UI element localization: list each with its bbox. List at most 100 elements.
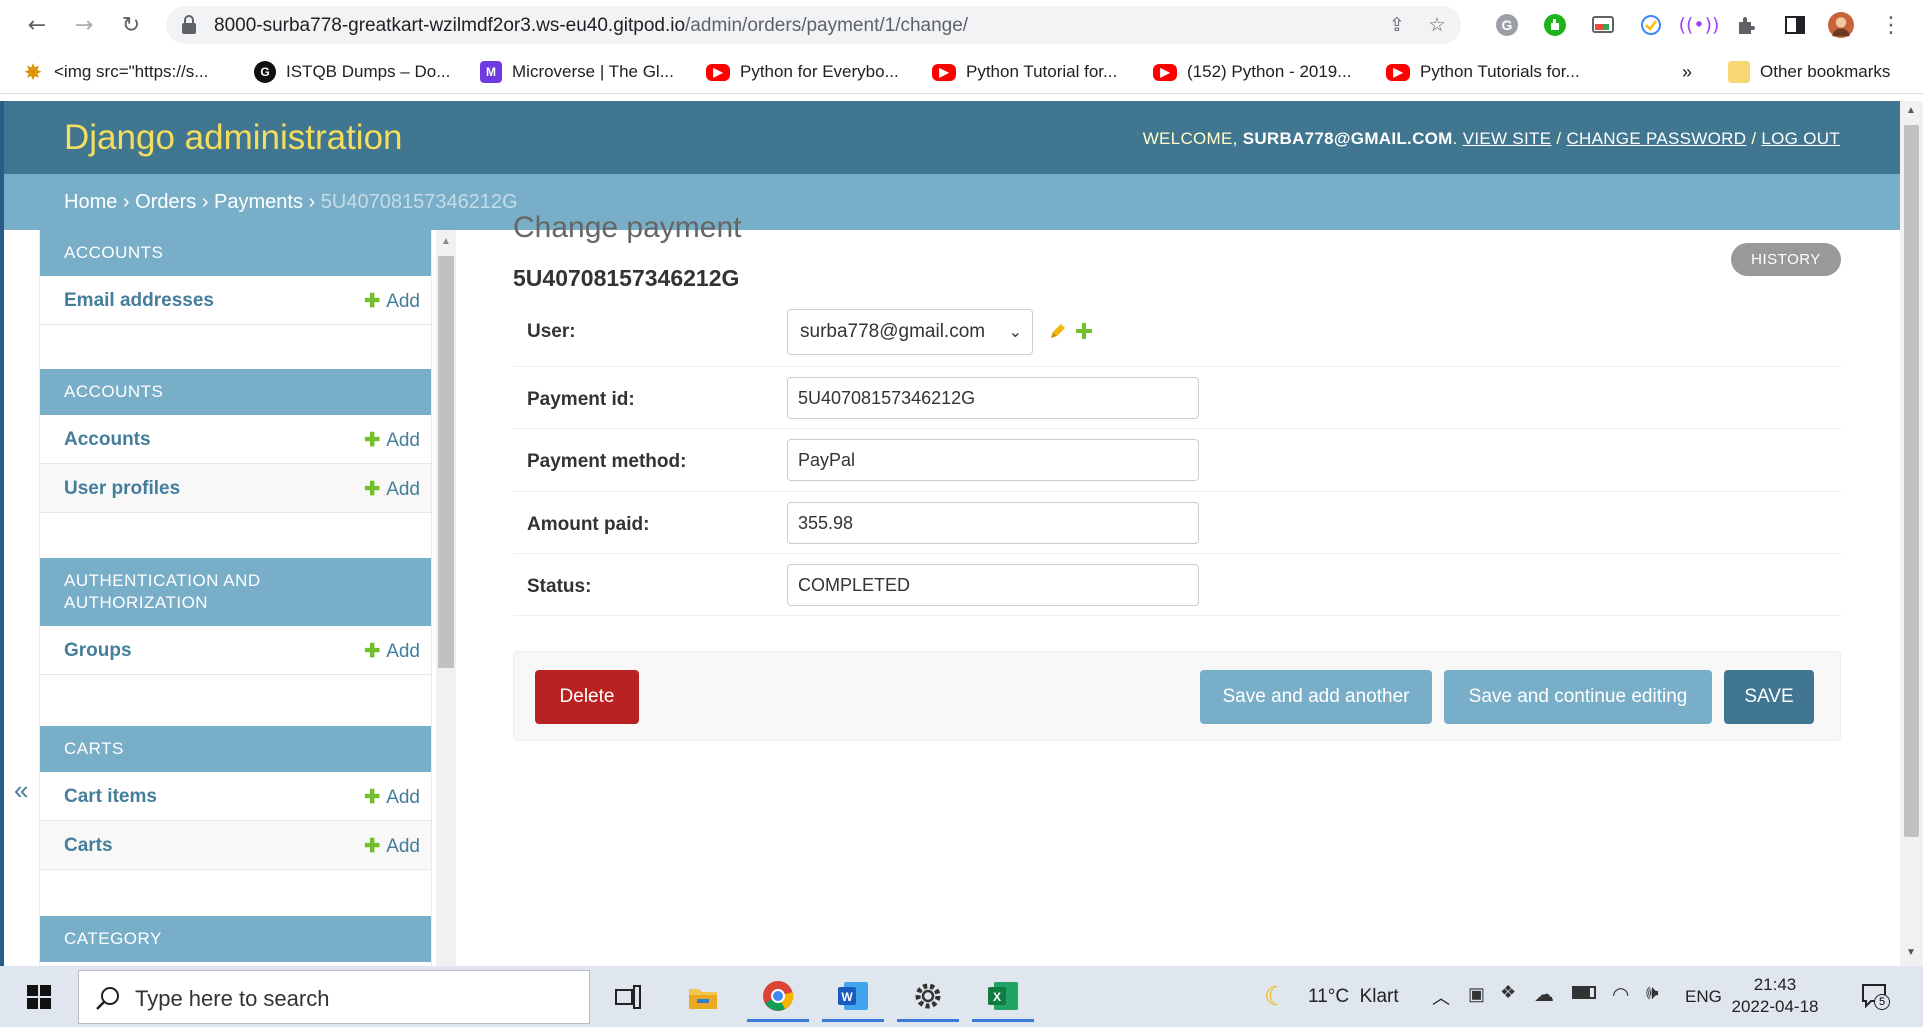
add-related-icon[interactable] [1074, 321, 1094, 341]
module-title[interactable]: Carts [40, 726, 431, 772]
tracker-extension-icon[interactable] [1638, 12, 1664, 38]
meet-icon[interactable]: ▣ [1468, 984, 1485, 1005]
form-row-amount-paid: Amount paid: 355.98 [513, 492, 1841, 554]
excel-icon[interactable]: X [972, 972, 1034, 1022]
breadcrumb-home[interactable]: Home [64, 191, 117, 213]
bookmark-star-icon[interactable]: ☆ [1424, 12, 1450, 38]
battery-icon[interactable] [1572, 986, 1596, 999]
amount-paid-input[interactable]: 355.98 [787, 502, 1199, 544]
chrome-icon[interactable] [747, 972, 809, 1022]
puzzle-extensions-icon[interactable] [1734, 12, 1760, 38]
add-link[interactable]: ✚ Add [364, 429, 420, 452]
youtube-icon: ▶ [1153, 63, 1177, 81]
model-link-user-profiles[interactable]: User profiles [64, 478, 180, 500]
scroll-down-arrow-icon[interactable]: ▼ [1906, 947, 1916, 958]
breadcrumb: Home › Orders › Payments › 5U40708157346… [4, 174, 1900, 230]
chevron-up-icon[interactable]: ︿ [1432, 984, 1450, 1010]
cast-extension-icon[interactable] [1590, 12, 1616, 38]
history-button[interactable]: History [1731, 243, 1841, 276]
address-bar[interactable]: 8000-surba778-greatkart-wzilmdf2or3.ws-e… [166, 6, 1461, 44]
task-view-icon[interactable] [597, 972, 659, 1022]
bookmark-item[interactable]: ✵ <img src="https://s... [22, 60, 208, 84]
edit-pencil-icon[interactable] [1048, 321, 1068, 341]
bookmark-item[interactable]: ▶ Python Tutorials for... [1386, 60, 1580, 84]
bookmarks-bar: ✵ <img src="https://s... G ISTQB Dumps – D… [0, 50, 1923, 94]
model-link-accounts[interactable]: Accounts [64, 429, 151, 451]
module-title[interactable]: Authentication and Authorization [40, 558, 431, 626]
user-tools: Welcome, surba778@gmail.com. View site /… [1143, 129, 1840, 149]
scrollbar-thumb[interactable] [1904, 125, 1919, 837]
view-site-link[interactable]: View site [1463, 129, 1552, 148]
bookmark-item[interactable]: ▶ Python for Everybo... [706, 60, 899, 84]
share-icon[interactable]: ⇪ [1384, 12, 1410, 38]
reload-icon[interactable]: ↻ [114, 8, 148, 42]
menu-kebab-icon[interactable]: ⋮ [1878, 12, 1904, 38]
weather-text[interactable]: 11°C Klart [1308, 986, 1399, 1008]
grammarly-extension-icon[interactable]: G [1494, 12, 1520, 38]
side-panel-icon[interactable] [1782, 12, 1808, 38]
url-host: 8000-surba778-greatkart-wzilmdf2or3.ws-e… [214, 15, 686, 36]
admin-header: Django administration Welcome, surba778@… [4, 101, 1900, 174]
delete-button[interactable]: Delete [535, 670, 639, 724]
scroll-up-arrow-icon[interactable]: ▲ [441, 236, 451, 247]
page-scrollbar[interactable]: ▲ ▼ [1900, 101, 1923, 966]
user-select[interactable]: surba778@gmail.com ⌄ [787, 309, 1033, 355]
payment-method-input[interactable]: PayPal [787, 439, 1199, 481]
breadcrumb-separator: › [196, 191, 215, 213]
breadcrumb-orders[interactable]: Orders [135, 191, 196, 213]
other-bookmarks-label: Other bookmarks [1760, 62, 1891, 81]
add-link[interactable]: ✚ Add [364, 290, 420, 313]
wifi-icon[interactable]: ◠ [1612, 982, 1629, 1007]
thumbs-up-extension-icon[interactable] [1542, 12, 1568, 38]
model-link-email-addresses[interactable]: Email addresses [64, 290, 214, 312]
bookmark-item[interactable]: M Microverse | The Gl... [480, 60, 674, 84]
site-branding[interactable]: Django administration [64, 118, 403, 158]
file-explorer-icon[interactable] [672, 972, 734, 1022]
word-icon[interactable]: W [822, 972, 884, 1022]
change-password-link[interactable]: Change password [1566, 129, 1746, 148]
bookmark-item[interactable]: ▶ Python Tutorial for... [932, 60, 1117, 84]
bookmark-item[interactable]: ▶ (152) Python - 2019... [1153, 60, 1351, 84]
add-link[interactable]: ✚ Add [364, 835, 420, 858]
module-title[interactable]: Accounts [40, 369, 431, 415]
language-indicator[interactable]: ENG [1685, 987, 1722, 1007]
model-link-groups[interactable]: Groups [64, 640, 132, 662]
module-title[interactable]: Accounts [40, 230, 431, 276]
breadcrumb-payments[interactable]: Payments [214, 191, 303, 213]
cloud-icon[interactable]: ☁ [1534, 982, 1554, 1007]
add-link[interactable]: ✚ Add [364, 640, 420, 663]
back-icon[interactable]: ← [20, 8, 54, 42]
model-link-cart-items[interactable]: Cart items [64, 786, 157, 808]
start-button[interactable] [0, 966, 78, 1027]
scrollbar-thumb[interactable] [438, 256, 454, 668]
other-bookmarks[interactable]: Other bookmarks [1728, 60, 1890, 84]
broadcast-extension-icon[interactable]: ((•)) [1679, 12, 1720, 38]
notifications-icon[interactable]: 5 [1860, 982, 1890, 1010]
speaker-icon[interactable]: 🕪 [1646, 982, 1659, 1005]
payment-id-input[interactable]: 5U40708157346212G [787, 377, 1199, 419]
status-input[interactable]: COMPLETED [787, 564, 1199, 606]
form-row-payment-method: Payment method: PayPal [513, 429, 1841, 492]
settings-gear-icon[interactable] [897, 972, 959, 1022]
clock[interactable]: 21:43 2022-04-18 [1720, 974, 1830, 1018]
url-text[interactable]: 8000-surba778-greatkart-wzilmdf2or3.ws-e… [214, 15, 968, 37]
forward-icon[interactable]: → [67, 8, 101, 42]
taskbar-search[interactable]: Type here to search [78, 970, 590, 1024]
save-and-continue-button[interactable]: Save and continue editing [1444, 670, 1712, 724]
profile-avatar[interactable] [1828, 12, 1854, 38]
save-and-add-another-button[interactable]: Save and add another [1200, 670, 1432, 724]
app-module-carts: Carts Cart items ✚ Add Carts ✚ Add [40, 726, 431, 870]
save-button[interactable]: SAVE [1724, 670, 1814, 724]
log-out-link[interactable]: Log out [1761, 129, 1840, 148]
model-link-carts[interactable]: Carts [64, 835, 113, 857]
add-link[interactable]: ✚ Add [364, 478, 420, 501]
g-icon: G [254, 61, 276, 83]
module-title[interactable]: Category [40, 916, 431, 962]
sidebar-collapse-toggle[interactable]: « [14, 775, 28, 806]
sidebar-scrollbar[interactable]: ▲ [436, 230, 456, 966]
more-bookmarks-button[interactable]: » [1682, 60, 1692, 84]
add-link[interactable]: ✚ Add [364, 786, 420, 809]
bookmark-item[interactable]: G ISTQB Dumps – Do... [254, 60, 450, 84]
dropbox-icon[interactable]: ❖ [1500, 982, 1516, 1003]
scroll-up-arrow-icon[interactable]: ▲ [1906, 105, 1916, 116]
